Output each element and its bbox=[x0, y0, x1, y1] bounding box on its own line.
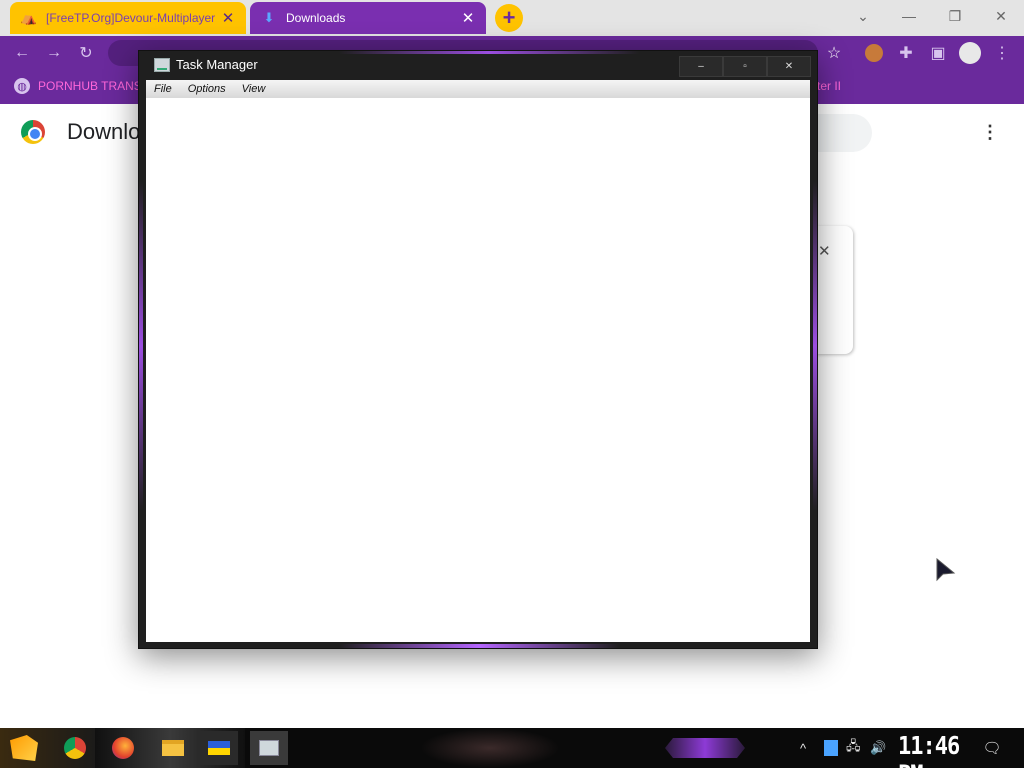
profile-extension-icon[interactable] bbox=[862, 41, 886, 65]
back-icon[interactable]: ← bbox=[10, 41, 34, 65]
mouse-cursor-icon bbox=[936, 558, 956, 582]
window-title: Task Manager bbox=[176, 57, 258, 72]
window-glow bbox=[139, 181, 143, 511]
bookmark-item[interactable]: PORNHUB TRANS bbox=[38, 79, 142, 93]
maximize-button[interactable]: ▫ bbox=[723, 56, 767, 77]
close-icon[interactable]: ✕ bbox=[818, 242, 834, 260]
chrome-logo-icon bbox=[21, 120, 45, 144]
task-manager-window: Task Manager – ▫ ✕ File Options View bbox=[138, 50, 818, 649]
notifications-icon[interactable]: 🗨 bbox=[982, 740, 1002, 757]
taskbar-decoration bbox=[665, 738, 745, 758]
tab-title: Downloads bbox=[286, 11, 346, 25]
restore-window-button[interactable]: ❐ bbox=[932, 0, 978, 32]
browser-tab-strip: ⛺ [FreeTP.Org]Devour-Multiplayer ✕ ⬇ Dow… bbox=[0, 0, 1024, 36]
globe-icon: ◍ bbox=[14, 78, 30, 94]
menu-icon[interactable]: ⋮ bbox=[990, 41, 1014, 65]
chrome-icon[interactable] bbox=[56, 731, 94, 765]
more-options-icon[interactable]: ⋮ bbox=[980, 122, 1000, 144]
window-glow bbox=[339, 644, 619, 648]
tab-freetp[interactable]: ⛺ [FreeTP.Org]Devour-Multiplayer ✕ bbox=[10, 2, 246, 34]
account-avatar-icon[interactable] bbox=[958, 41, 982, 65]
taskbar: ^ 🖧 🔊 🗨 bbox=[0, 728, 1024, 768]
close-tab-icon[interactable]: ✕ bbox=[218, 8, 238, 28]
network-icon[interactable]: 🖧 bbox=[846, 738, 861, 756]
tab-search-icon[interactable]: ⌄ bbox=[840, 0, 886, 32]
bookmark-item[interactable]: ter II bbox=[817, 79, 841, 93]
extensions-puzzle-icon[interactable]: ✚ bbox=[894, 41, 918, 65]
task-manager-icon bbox=[154, 58, 170, 72]
tab-title: [FreeTP.Org]Devour-Multiplayer bbox=[46, 11, 216, 25]
page-title: Downloads bbox=[67, 119, 139, 144]
close-button[interactable]: ✕ bbox=[767, 56, 811, 77]
bookmark-star-icon[interactable]: ☆ bbox=[822, 41, 846, 65]
reload-icon[interactable]: ↻ bbox=[74, 41, 98, 65]
menu-view[interactable]: View bbox=[242, 83, 266, 95]
task-manager-titlebar[interactable]: Task Manager – ▫ ✕ bbox=[139, 51, 817, 79]
tab-downloads[interactable]: ⬇ Downloads ✕ bbox=[250, 2, 486, 34]
download-icon: ⬇ bbox=[263, 10, 275, 25]
menu-bar: File Options View bbox=[146, 80, 810, 98]
taskbar-clock[interactable]: 11:46 PM bbox=[898, 732, 966, 768]
show-hidden-icons-icon[interactable]: ^ bbox=[800, 740, 806, 756]
task-manager-content bbox=[146, 98, 810, 642]
file-explorer-icon[interactable] bbox=[154, 731, 192, 765]
firefox-icon[interactable] bbox=[104, 731, 142, 765]
side-panel-icon[interactable]: ▣ bbox=[926, 41, 950, 65]
tray-app-icon[interactable] bbox=[824, 740, 838, 756]
volume-icon[interactable]: 🔊 bbox=[870, 740, 886, 756]
new-tab-button[interactable]: + bbox=[495, 4, 523, 32]
close-tab-icon[interactable]: ✕ bbox=[458, 8, 478, 28]
close-window-button[interactable]: ✕ bbox=[978, 0, 1024, 32]
app-icon[interactable] bbox=[200, 731, 238, 765]
window-glow bbox=[813, 181, 817, 511]
task-manager-icon[interactable] bbox=[250, 731, 288, 765]
forward-icon[interactable]: → bbox=[42, 41, 66, 65]
site-favicon-icon: ⛺ bbox=[20, 10, 38, 25]
taskbar-decoration bbox=[420, 728, 560, 768]
menu-options[interactable]: Options bbox=[188, 83, 226, 95]
minimize-button[interactable]: – bbox=[679, 56, 723, 77]
minimize-window-button[interactable]: — bbox=[886, 0, 932, 32]
menu-file[interactable]: File bbox=[154, 83, 172, 95]
